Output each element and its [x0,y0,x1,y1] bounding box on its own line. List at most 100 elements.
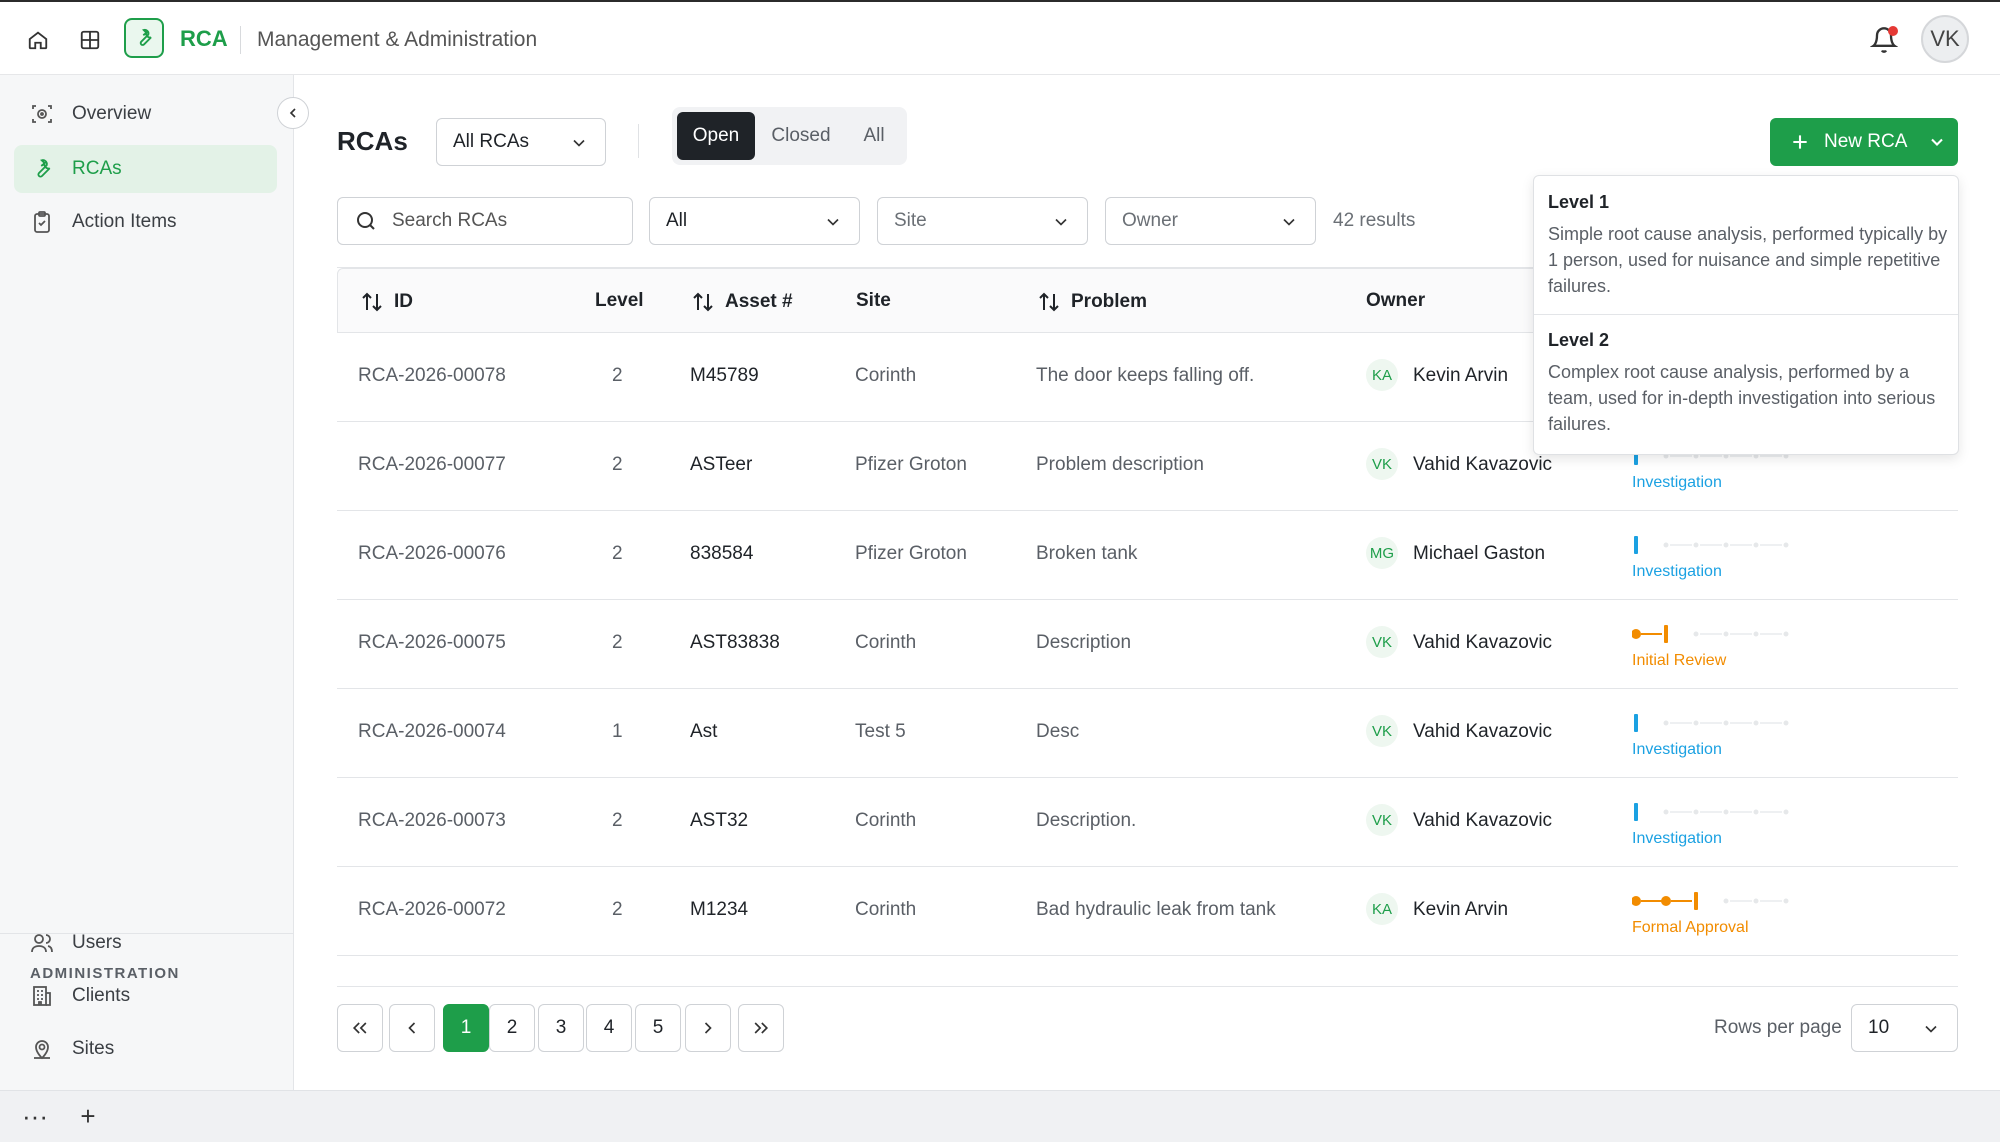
table-row[interactable]: RCA-2026-00074 1 Ast Test 5 Desc VK Vahid Kava… [337,689,1958,778]
sidebar-item-action-items[interactable]: Action Items [14,198,277,246]
cell-level: 2 [612,454,623,475]
tab-open[interactable]: Open [677,112,755,160]
owner-avatar: VK [1366,804,1398,836]
cell-owner: Vahid Kavazovic [1413,632,1553,653]
column-header-label: Site [856,290,891,311]
progress-steps [1634,714,1789,732]
home-icon[interactable] [22,24,54,56]
table-row[interactable]: RCA-2026-00075 2 AST83838 Corinth Descriptio… [337,600,1958,689]
more-button[interactable]: ··· [17,1098,53,1134]
level-filter-select[interactable]: All [649,197,860,245]
table-row[interactable]: RCA-2026-00072 2 M1234 Corinth Bad hydraulic… [337,867,1958,956]
sidebar-item-clients[interactable]: Clients [14,972,277,1020]
completed-step [1631,629,1641,639]
page-button-4[interactable]: 4 [586,1004,632,1052]
status-label: Initial Review [1632,652,1727,669]
cell-asset: Ast [690,721,718,742]
pending-step [1693,542,1699,548]
cell-level: 1 [612,721,623,742]
rows-per-page-select[interactable]: 10 [1851,1004,1958,1052]
column-header-id[interactable]: ID [360,290,413,314]
column-header-asset[interactable]: Asset # [691,290,793,314]
status-tracker: Initial Review [1631,622,1802,672]
site-filter-placeholder: Site [894,210,927,231]
scope-select-value: All RCAs [453,131,530,152]
page-button-5[interactable]: 5 [635,1004,681,1052]
column-header-owner: Owner [1366,290,1425,312]
clipboard-icon [34,211,50,233]
cell-owner: Vahid Kavazovic [1413,454,1553,475]
cell-asset: ASTeer [690,454,753,475]
cell-asset: AST32 [690,810,749,831]
next-page-button[interactable] [685,1004,731,1052]
last-page-button[interactable] [738,1004,784,1052]
page-button-2[interactable]: 2 [489,1004,535,1052]
first-page-button[interactable] [337,1004,383,1052]
previous-page-button[interactable] [389,1004,435,1052]
owner-avatar: KA [1366,893,1398,925]
bottom-bar [0,1090,2000,1142]
cell-site: Corinth [855,632,917,653]
scope-select[interactable]: All RCAs [436,118,606,166]
pending-step [1723,720,1729,726]
cell-id: RCA-2026-00075 [358,632,506,653]
add-button[interactable]: + [70,1098,106,1134]
sidebar-item-rcas[interactable]: RCAs [14,145,277,193]
cell-problem: Description. [1036,810,1137,831]
chevron-right-icon [704,1022,712,1034]
cell-level: 2 [612,543,623,564]
table-row[interactable]: RCA-2026-00073 2 AST32 Corinth Description. V… [337,778,1958,867]
cell-problem: Problem description [1036,454,1204,475]
app-name[interactable]: RCA [180,26,228,52]
new-rca-button[interactable]: New RCA [1770,118,1958,166]
chevron-left-icon [408,1022,416,1034]
menu-item-level-2[interactable]: Level 2 Complex root cause analysis, per… [1548,330,1948,437]
chevron-down-icon [1925,1025,1937,1033]
cell-site: Corinth [855,899,917,920]
owner-avatar: KA [1366,359,1398,391]
sidebar-item-sites[interactable]: Sites [14,1025,277,1073]
menu-item-title: Level 1 [1548,192,1610,212]
new-rca-level-menu: Level 1 Simple root cause analysis, perf… [1533,175,1959,455]
page-button-3[interactable]: 3 [538,1004,584,1052]
wrench-logo-icon [124,18,164,58]
column-header-problem[interactable]: Problem [1037,290,1147,314]
column-header-site: Site [856,290,891,312]
current-step [1634,536,1638,554]
users-icon [31,934,53,953]
page-button-1[interactable]: 1 [443,1004,489,1052]
apps-grid-icon[interactable] [74,24,106,56]
progress-steps [1634,536,1789,554]
owner-filter-select[interactable]: Owner [1105,197,1316,245]
table-row[interactable]: RCA-2026-00076 2 838584 Pfizer Groton Broken… [337,511,1958,600]
tab-all[interactable]: All [850,112,898,160]
cell-level: 2 [612,632,623,653]
pending-step [1753,898,1759,904]
column-header-level: Level [595,290,644,312]
pending-step [1663,720,1669,726]
cell-owner: Vahid Kavazovic [1413,721,1553,742]
pending-step [1783,809,1789,815]
completed-step [1631,896,1641,906]
menu-item-level-1[interactable]: Level 1 Simple root cause analysis, perf… [1548,192,1948,299]
cell-asset: M1234 [690,899,749,920]
pending-step [1753,542,1759,548]
cell-id: RCA-2026-00077 [358,454,506,475]
search-input[interactable]: Search RCAs [337,197,633,245]
sidebar-item-users[interactable]: Users [14,919,277,967]
pending-step [1723,898,1729,904]
sidebar-item-overview[interactable]: Overview [14,90,277,138]
collapse-sidebar-button[interactable] [277,97,309,129]
rows-per-page-label: Rows per page [1714,1017,1842,1038]
menu-item-description: Complex root cause analysis, performed b… [1548,362,1936,434]
overview-icon [32,105,52,123]
building-icon [33,986,51,1006]
user-avatar[interactable]: VK [1921,15,1969,63]
sidebar-item-label: Sites [72,1038,115,1059]
pending-step [1753,631,1759,637]
cell-owner: Michael Gaston [1413,543,1546,564]
cell-problem: Broken tank [1036,543,1138,564]
tab-closed[interactable]: Closed [760,112,842,160]
sidebar-item-label: Overview [72,103,152,124]
site-filter-select[interactable]: Site [877,197,1088,245]
